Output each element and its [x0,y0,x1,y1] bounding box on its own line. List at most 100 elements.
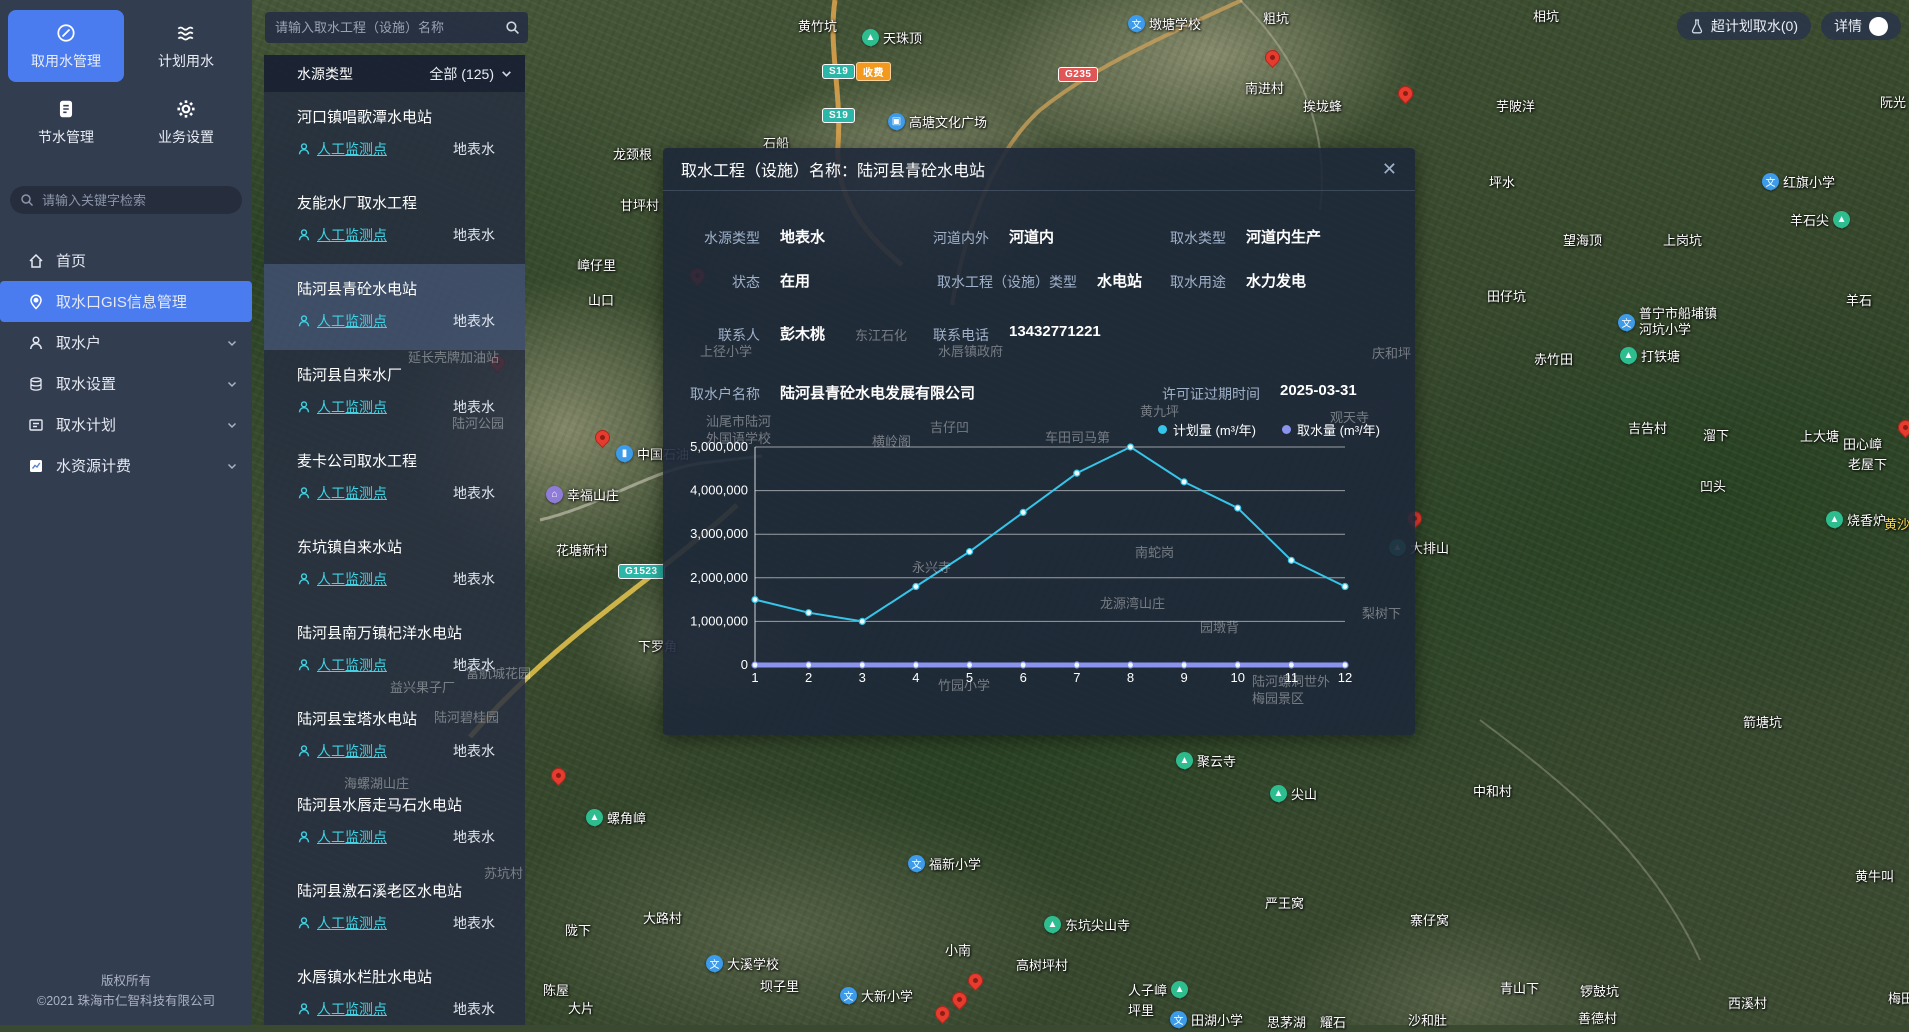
map-place-label[interactable]: 锣鼓坑 [1580,981,1619,1000]
sidebar-item-water-billing[interactable]: 水资源计费 [0,445,252,486]
map-place-label[interactable]: 阮光 [1880,92,1906,111]
over-plan-button[interactable]: 超计划取水(0) [1677,12,1811,40]
map-place-label[interactable]: 坪里 [1128,1000,1154,1019]
facility-list-item[interactable]: 东坑镇自来水站 人工监测点 地表水 [264,522,525,608]
facility-search[interactable] [265,12,528,43]
monitor-type-link[interactable]: 人工监测点 [317,397,387,417]
map-place-label[interactable]: 青山下 [1500,978,1539,997]
map-place-label[interactable]: 大片 [568,998,594,1017]
search-icon[interactable] [505,20,520,35]
map-place-label[interactable]: 寨仔窝 [1410,910,1449,929]
map-place-label[interactable]: 大路村 [643,908,682,927]
map-place-label[interactable]: 文福新小学 [908,854,981,873]
map-place-label[interactable]: 田心嶂 [1843,434,1882,453]
map-place-label[interactable]: 小南 [945,940,971,959]
map-place-label[interactable]: ▲打铁塘 [1620,346,1680,365]
map-place-label[interactable]: 田仔坑 [1487,286,1526,305]
map-place-label[interactable]: 陇下 [565,920,591,939]
map-place-label[interactable]: 耀石 [1320,1012,1346,1031]
map-place-label[interactable]: 嶂仔里 [577,255,616,274]
facility-list-item[interactable]: 陆河县宝塔水电站 人工监测点 地表水 [264,694,525,780]
sidebar-search[interactable] [10,186,242,214]
map-place-label[interactable]: 老屋下 [1848,454,1887,473]
map-place-label[interactable]: ⌂幸福山庄 [546,485,619,504]
facility-filter-bar[interactable]: 水源类型 全部 (125) [264,55,525,92]
map-place-label[interactable]: ▲螺角嶂 [586,808,646,827]
facility-list-item[interactable]: 陆河县水唇走马石水电站 人工监测点 地表水 [264,780,525,866]
sidebar-search-input[interactable] [40,192,224,209]
map-place-label[interactable]: 坪水 [1489,172,1515,191]
map-place-label[interactable]: 文田湖小学 [1170,1010,1243,1029]
map-place-label[interactable]: 思茅湖 [1267,1012,1306,1031]
facility-list-item[interactable]: 河口镇唱歌潭水电站 人工监测点 地表水 [264,92,525,178]
chevron-down-icon[interactable] [500,67,513,80]
map-place-label[interactable]: 西溪村 [1728,993,1767,1012]
map-place-label[interactable]: 山口 [588,290,614,309]
map-place-label[interactable]: 南进村 [1245,78,1284,97]
map-place-label[interactable]: 挨垅蜂 [1303,96,1342,115]
facility-search-input[interactable] [273,19,505,36]
map-place-label[interactable]: ▲烧香炉 [1826,510,1886,529]
map-place-label[interactable]: 龙颈根 [613,144,652,163]
map-place-label[interactable]: 相坑 [1533,6,1559,25]
sidebar-item-intake-plan[interactable]: 取水计划 [0,404,252,445]
facility-list-item[interactable]: 陆河县激石溪老区水电站 人工监测点 地表水 [264,866,525,952]
monitor-type-link[interactable]: 人工监测点 [317,311,387,331]
facility-list-item[interactable]: 水唇镇水栏肚水电站 人工监测点 地表水 [264,952,525,1025]
monitor-type-link[interactable]: 人工监测点 [317,483,387,503]
sidebar-item-water-users[interactable]: 取水户 [0,322,252,363]
monitor-type-link[interactable]: 人工监测点 [317,569,387,589]
map-place-label[interactable]: 黄竹坑 [798,16,837,35]
facility-list-item[interactable]: 陆河县青砼水电站 人工监测点 地表水 [264,264,525,350]
map-place-label[interactable]: 文普宁市船埔镇 河坑小学 [1618,306,1717,339]
monitor-type-link[interactable]: 人工监测点 [317,741,387,761]
map-place-label[interactable]: 望海顶 [1563,230,1602,249]
monitor-type-link[interactable]: 人工监测点 [317,225,387,245]
map-place-label[interactable]: 陈屋 [543,980,569,999]
app-tile-planned-water[interactable]: 计划用水 [128,10,244,82]
map-place-label[interactable]: 吉告村 [1628,418,1667,437]
map-place-label[interactable]: 上大塘 [1800,426,1839,445]
map-place-label[interactable]: 赤竹田 [1534,349,1573,368]
monitor-type-link[interactable]: 人工监测点 [317,827,387,847]
monitor-type-link[interactable]: 人工监测点 [317,655,387,675]
map-place-label[interactable]: ▣高塘文化广场 [888,112,987,131]
close-icon[interactable]: ✕ [1382,160,1397,178]
map-place-label[interactable]: 羊石 [1846,290,1872,309]
map-place-label[interactable]: 严王窝 [1265,893,1304,912]
map-place-label[interactable]: 羊石尖▲ [1790,210,1850,229]
monitor-type-link[interactable]: 人工监测点 [317,139,387,159]
facility-list-item[interactable]: 麦卡公司取水工程 人工监测点 地表水 [264,436,525,522]
sidebar-item-gis-management[interactable]: 取水口GIS信息管理 [0,281,252,322]
map-place-label[interactable]: ▲聚云寺 [1176,751,1236,770]
map-place-label[interactable]: 芋陂洋 [1496,96,1535,115]
map-place-label[interactable]: ▲天珠顶 [862,28,922,47]
facility-list-item[interactable]: 陆河县自来水厂 人工监测点 地表水 [264,350,525,436]
monitor-type-link[interactable]: 人工监测点 [317,913,387,933]
filter-value[interactable]: 全部 (125) [429,64,494,84]
map-place-label[interactable]: 文大新小学 [840,986,913,1005]
map-place-label[interactable]: 凹头 [1700,476,1726,495]
map-place-label[interactable]: 溜下 [1703,425,1729,444]
map-place-label[interactable]: 粗坑 [1263,8,1289,27]
map-place-label[interactable]: 文红旗小学 [1762,172,1835,191]
facility-list-item[interactable]: 陆河县南万镇杞洋水电站 人工监测点 地表水 [264,608,525,694]
app-tile-water-intake[interactable]: 取用水管理 [8,10,124,82]
map-place-label[interactable]: ▲尖山 [1270,784,1317,803]
map-place-label[interactable]: 黄沙乡 [1884,514,1909,533]
map-place-label[interactable]: 沙和肚 [1408,1010,1447,1029]
map-place-label[interactable]: 梅田村 [1888,988,1909,1007]
app-tile-water-saving[interactable]: 节水管理 [8,86,124,158]
map-place-label[interactable]: 黄牛叫 [1855,866,1894,885]
map-place-label[interactable]: 善德村 [1578,1008,1617,1027]
map-place-label[interactable]: 高树坪村 [1016,955,1068,974]
sidebar-item-intake-settings[interactable]: 取水设置 [0,363,252,404]
map-place-label[interactable]: 上岗坑 [1663,230,1702,249]
map-place-label[interactable]: 人子嶂▲ [1128,980,1188,999]
sidebar-item-home[interactable]: 首页 [0,240,252,281]
toggle-knob[interactable] [1869,17,1888,36]
detail-toggle[interactable]: 详情 [1821,12,1901,40]
facility-list-item[interactable]: 友能水厂取水工程 人工监测点 地表水 [264,178,525,264]
monitor-type-link[interactable]: 人工监测点 [317,999,387,1019]
map-place-label[interactable]: 文大溪学校 [706,954,779,973]
